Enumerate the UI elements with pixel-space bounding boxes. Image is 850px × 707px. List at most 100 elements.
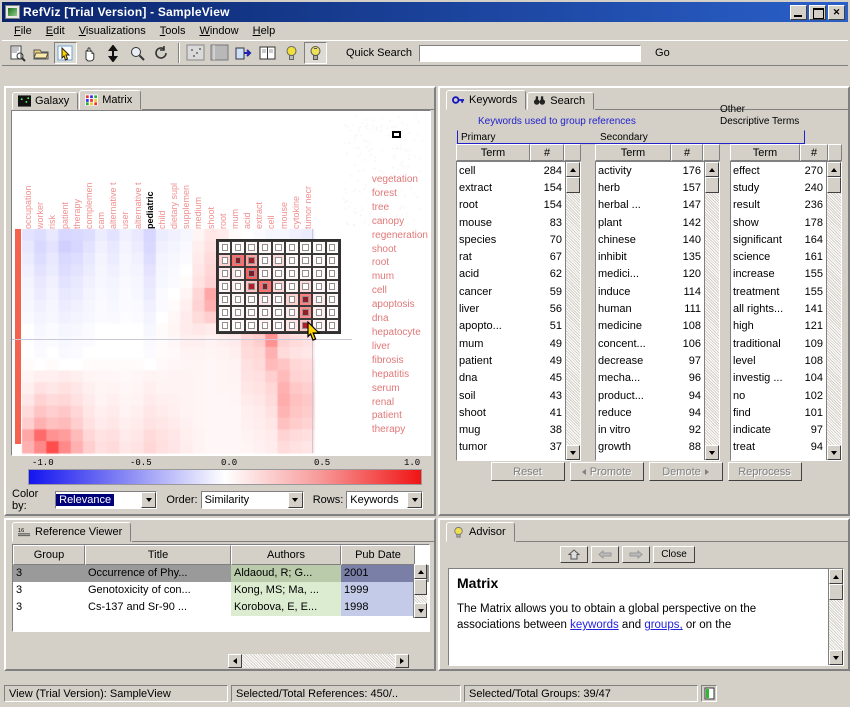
keyword-list-item[interactable]: rat67	[457, 248, 565, 265]
matrix-row-label[interactable]: canopy	[372, 215, 428, 229]
matrix-magnifier-overlay[interactable]	[216, 239, 341, 334]
scroll-up-button[interactable]	[414, 564, 427, 579]
matrix-row-label[interactable]: forest	[372, 187, 428, 201]
magnifier-cell[interactable]	[326, 267, 339, 280]
keyword-list-item[interactable]: mug38	[457, 421, 565, 438]
matrix-column-label[interactable]: acid	[242, 115, 252, 229]
advisor-link-groups[interactable]: groups,	[644, 619, 682, 631]
galaxy-view-icon[interactable]	[184, 42, 207, 64]
magnifier-cell[interactable]	[245, 319, 258, 332]
magnifier-cell[interactable]	[285, 306, 298, 319]
magnifier-cell[interactable]	[326, 293, 339, 306]
scroll-down-button[interactable]	[827, 445, 841, 460]
matrix-row-label[interactable]: hepatitis	[372, 368, 428, 382]
menu-tools[interactable]: Tools	[154, 24, 194, 38]
new-document-icon[interactable]	[6, 42, 29, 64]
keyword-list-scrollbar[interactable]	[704, 162, 719, 460]
keyword-list-item[interactable]: cell284	[457, 162, 565, 179]
magnifier-cell[interactable]	[231, 319, 244, 332]
keyword-list-item[interactable]: treat94	[731, 439, 826, 456]
matrix-column-label[interactable]: risk	[47, 115, 57, 229]
matrix-view-icon[interactable]	[208, 42, 231, 64]
advisor-back-button[interactable]	[591, 546, 619, 563]
keyword-list-item[interactable]: science161	[731, 248, 826, 265]
keyword-list-item[interactable]: plant142	[596, 214, 704, 231]
table-row[interactable]: 3Cs-137 and Sr-90 ...Korobova, E, E...19…	[13, 599, 429, 616]
magnifier-cell[interactable]	[312, 293, 325, 306]
keyword-list-body[interactable]: activity176herb157herbal ...147plant142c…	[595, 161, 720, 461]
table-row[interactable]: 3Genotoxicity of con...Kong, MS; Ma, ...…	[13, 582, 429, 599]
close-button[interactable]: ✕	[828, 5, 845, 20]
keyword-list-item[interactable]: level108	[731, 352, 826, 369]
matrix-column-label[interactable]: cam	[96, 115, 106, 229]
matrix-column-label[interactable]: cell	[266, 115, 276, 229]
magnifier-cell[interactable]	[285, 280, 298, 293]
column-header-count[interactable]: #	[530, 144, 564, 161]
tab-search[interactable]: Search	[527, 92, 594, 110]
keyword-list-body[interactable]: cell284extract154root154mouse83species70…	[456, 161, 581, 461]
menu-window[interactable]: Window	[193, 24, 246, 38]
keyword-list-item[interactable]: significant164	[731, 231, 826, 248]
scroll-left-button[interactable]	[228, 654, 242, 668]
keyword-list-item[interactable]: mecha...96	[596, 370, 704, 387]
rows-dropdown[interactable]: Keywords	[346, 491, 423, 509]
selection-marker[interactable]	[392, 131, 401, 138]
magnifier-cell[interactable]	[245, 306, 258, 319]
column-header-term[interactable]: Term	[730, 144, 800, 161]
scroll-up-button[interactable]	[827, 162, 841, 177]
keyword-list-item[interactable]: no102	[731, 387, 826, 404]
magnifier-cell[interactable]	[272, 241, 285, 254]
keyword-list-item[interactable]: tumor37	[457, 439, 565, 456]
magnifier-cell[interactable]	[299, 293, 312, 306]
magnifier-cell[interactable]	[272, 293, 285, 306]
keyword-list-item[interactable]: herb157	[596, 179, 704, 196]
column-header-count[interactable]: #	[671, 144, 703, 161]
tab-reference-viewer[interactable]: 16 Reference Viewer	[12, 522, 131, 542]
reference-vertical-scrollbar[interactable]	[413, 564, 427, 618]
scroll-thumb[interactable]	[705, 177, 719, 193]
keyword-list-item[interactable]: patient49	[457, 352, 565, 369]
magnifier-cell[interactable]	[312, 241, 325, 254]
keyword-list-item[interactable]: traditional109	[731, 335, 826, 352]
scroll-thumb[interactable]	[566, 177, 580, 193]
magnifier-cell[interactable]	[218, 254, 231, 267]
magnifier-cell[interactable]	[218, 293, 231, 306]
magnifier-cell[interactable]	[326, 319, 339, 332]
magnifier-cell[interactable]	[258, 293, 271, 306]
keyword-list-item[interactable]: liver56	[457, 300, 565, 317]
scroll-thumb[interactable]	[827, 177, 841, 193]
magnifier-cell[interactable]	[299, 267, 312, 280]
keyword-list-item[interactable]: species70	[457, 231, 565, 248]
magnifier-cell[interactable]	[258, 306, 271, 319]
keyword-list-item[interactable]: show178	[731, 214, 826, 231]
keyword-list-item[interactable]: human111	[596, 300, 704, 317]
reference-column-header[interactable]: Group	[13, 545, 85, 565]
menu-help[interactable]: Help	[247, 24, 284, 38]
advisor-vertical-scrollbar[interactable]	[828, 569, 843, 665]
magnifier-cell[interactable]	[231, 280, 244, 293]
keyword-list-item[interactable]: activity176	[596, 162, 704, 179]
keyword-list-item[interactable]: mum49	[457, 335, 565, 352]
color-by-dropdown[interactable]: Relevance	[55, 491, 157, 509]
keyword-list-item[interactable]: all rights...141	[731, 300, 826, 317]
matrix-row-label[interactable]: therapy	[372, 423, 428, 437]
scroll-down-button[interactable]	[566, 445, 580, 460]
matrix-row-label[interactable]: shoot	[372, 243, 428, 257]
pan-hand-icon[interactable]	[78, 42, 101, 64]
magnifier-cell[interactable]	[272, 280, 285, 293]
magnifier-cell[interactable]	[231, 306, 244, 319]
matrix-column-label[interactable]: tumor necr	[303, 115, 313, 229]
keyword-list-item[interactable]: apopto...51	[457, 318, 565, 335]
keyword-list-item[interactable]: reduce94	[596, 404, 704, 421]
magnifier-cell[interactable]	[312, 267, 325, 280]
keyword-list-item[interactable]: indicate97	[731, 421, 826, 438]
matrix-row-label[interactable]: dna	[372, 312, 428, 326]
magnifier-cell[interactable]	[258, 267, 271, 280]
matrix-row-label[interactable]: liver	[372, 340, 428, 354]
column-header-term[interactable]: Term	[595, 144, 671, 161]
scroll-track[interactable]	[566, 193, 580, 445]
scroll-thumb[interactable]	[829, 584, 843, 600]
keyword-list-item[interactable]: in vitro92	[596, 421, 704, 438]
keyword-list-item[interactable]: decrease97	[596, 352, 704, 369]
advisor-lightbulb-icon[interactable]	[280, 42, 303, 64]
